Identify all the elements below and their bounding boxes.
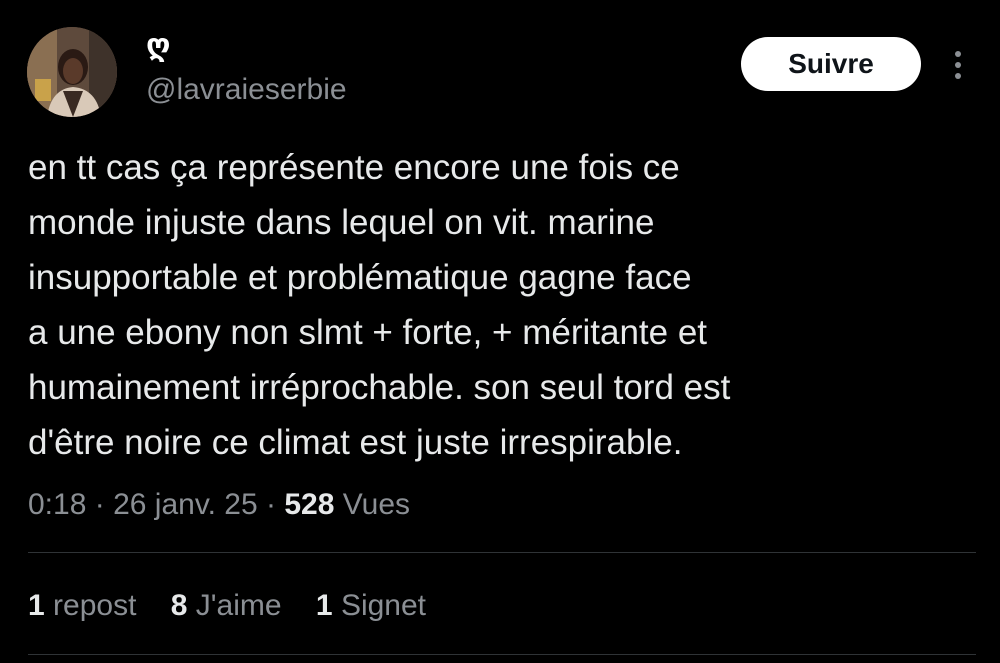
tweet-text-line: en tt cas ça représente encore une fois …: [28, 148, 680, 187]
tweet-date[interactable]: 26 janv. 25: [113, 488, 258, 521]
display-name[interactable]: ღ: [146, 28, 170, 64]
avatar[interactable]: [27, 27, 117, 117]
meta-separator: ·: [94, 488, 105, 521]
more-vertical-icon: [955, 62, 961, 68]
user-handle[interactable]: @lavraieserbie: [146, 72, 347, 108]
tweet-text-line: monde injuste dans lequel on vit. marine: [28, 203, 655, 242]
more-vertical-icon: [955, 73, 961, 79]
tweet-metadata: 0:18 · 26 janv. 25 · 528 Vues: [28, 485, 410, 525]
more-vertical-icon: [955, 51, 961, 57]
divider: [28, 654, 976, 655]
user-avatar-photo-icon: [27, 27, 117, 117]
likes-count: 8: [170, 589, 188, 622]
reposts-count: 1: [28, 589, 45, 622]
views-label: Vues: [342, 488, 410, 521]
bookmarks-stat[interactable]: 1 Signet: [316, 589, 426, 622]
divider: [28, 552, 976, 553]
bookmarks-label: Signet: [340, 589, 427, 622]
tweet-text-line: insupportable et problématique gagne fac…: [28, 258, 692, 297]
more-options-button[interactable]: [944, 45, 972, 85]
bookmarks-count: 1: [315, 589, 333, 622]
views-count[interactable]: 528: [284, 488, 334, 521]
likes-label: J'aime: [195, 589, 282, 622]
tweet-time[interactable]: 0:18: [28, 488, 86, 521]
reposts-label: repost: [53, 589, 137, 622]
tweet-text: en tt cas ça représente encore une fois …: [28, 140, 978, 470]
engagement-stats: 1 repost 8 J'aime 1 Signet: [28, 586, 452, 626]
tweet-text-line: humainement irréprochable. son seul tord…: [28, 368, 731, 407]
reposts-stat[interactable]: 1 repost: [28, 589, 136, 622]
meta-separator: ·: [265, 488, 276, 521]
follow-button[interactable]: Suivre: [741, 37, 921, 91]
likes-stat[interactable]: 8 J'aime: [171, 589, 282, 622]
tweet-text-line: a une ebony non slmt + forte, + méritant…: [28, 313, 708, 352]
tweet-text-line: d'être noire ce climat est juste irrespi…: [28, 423, 683, 462]
